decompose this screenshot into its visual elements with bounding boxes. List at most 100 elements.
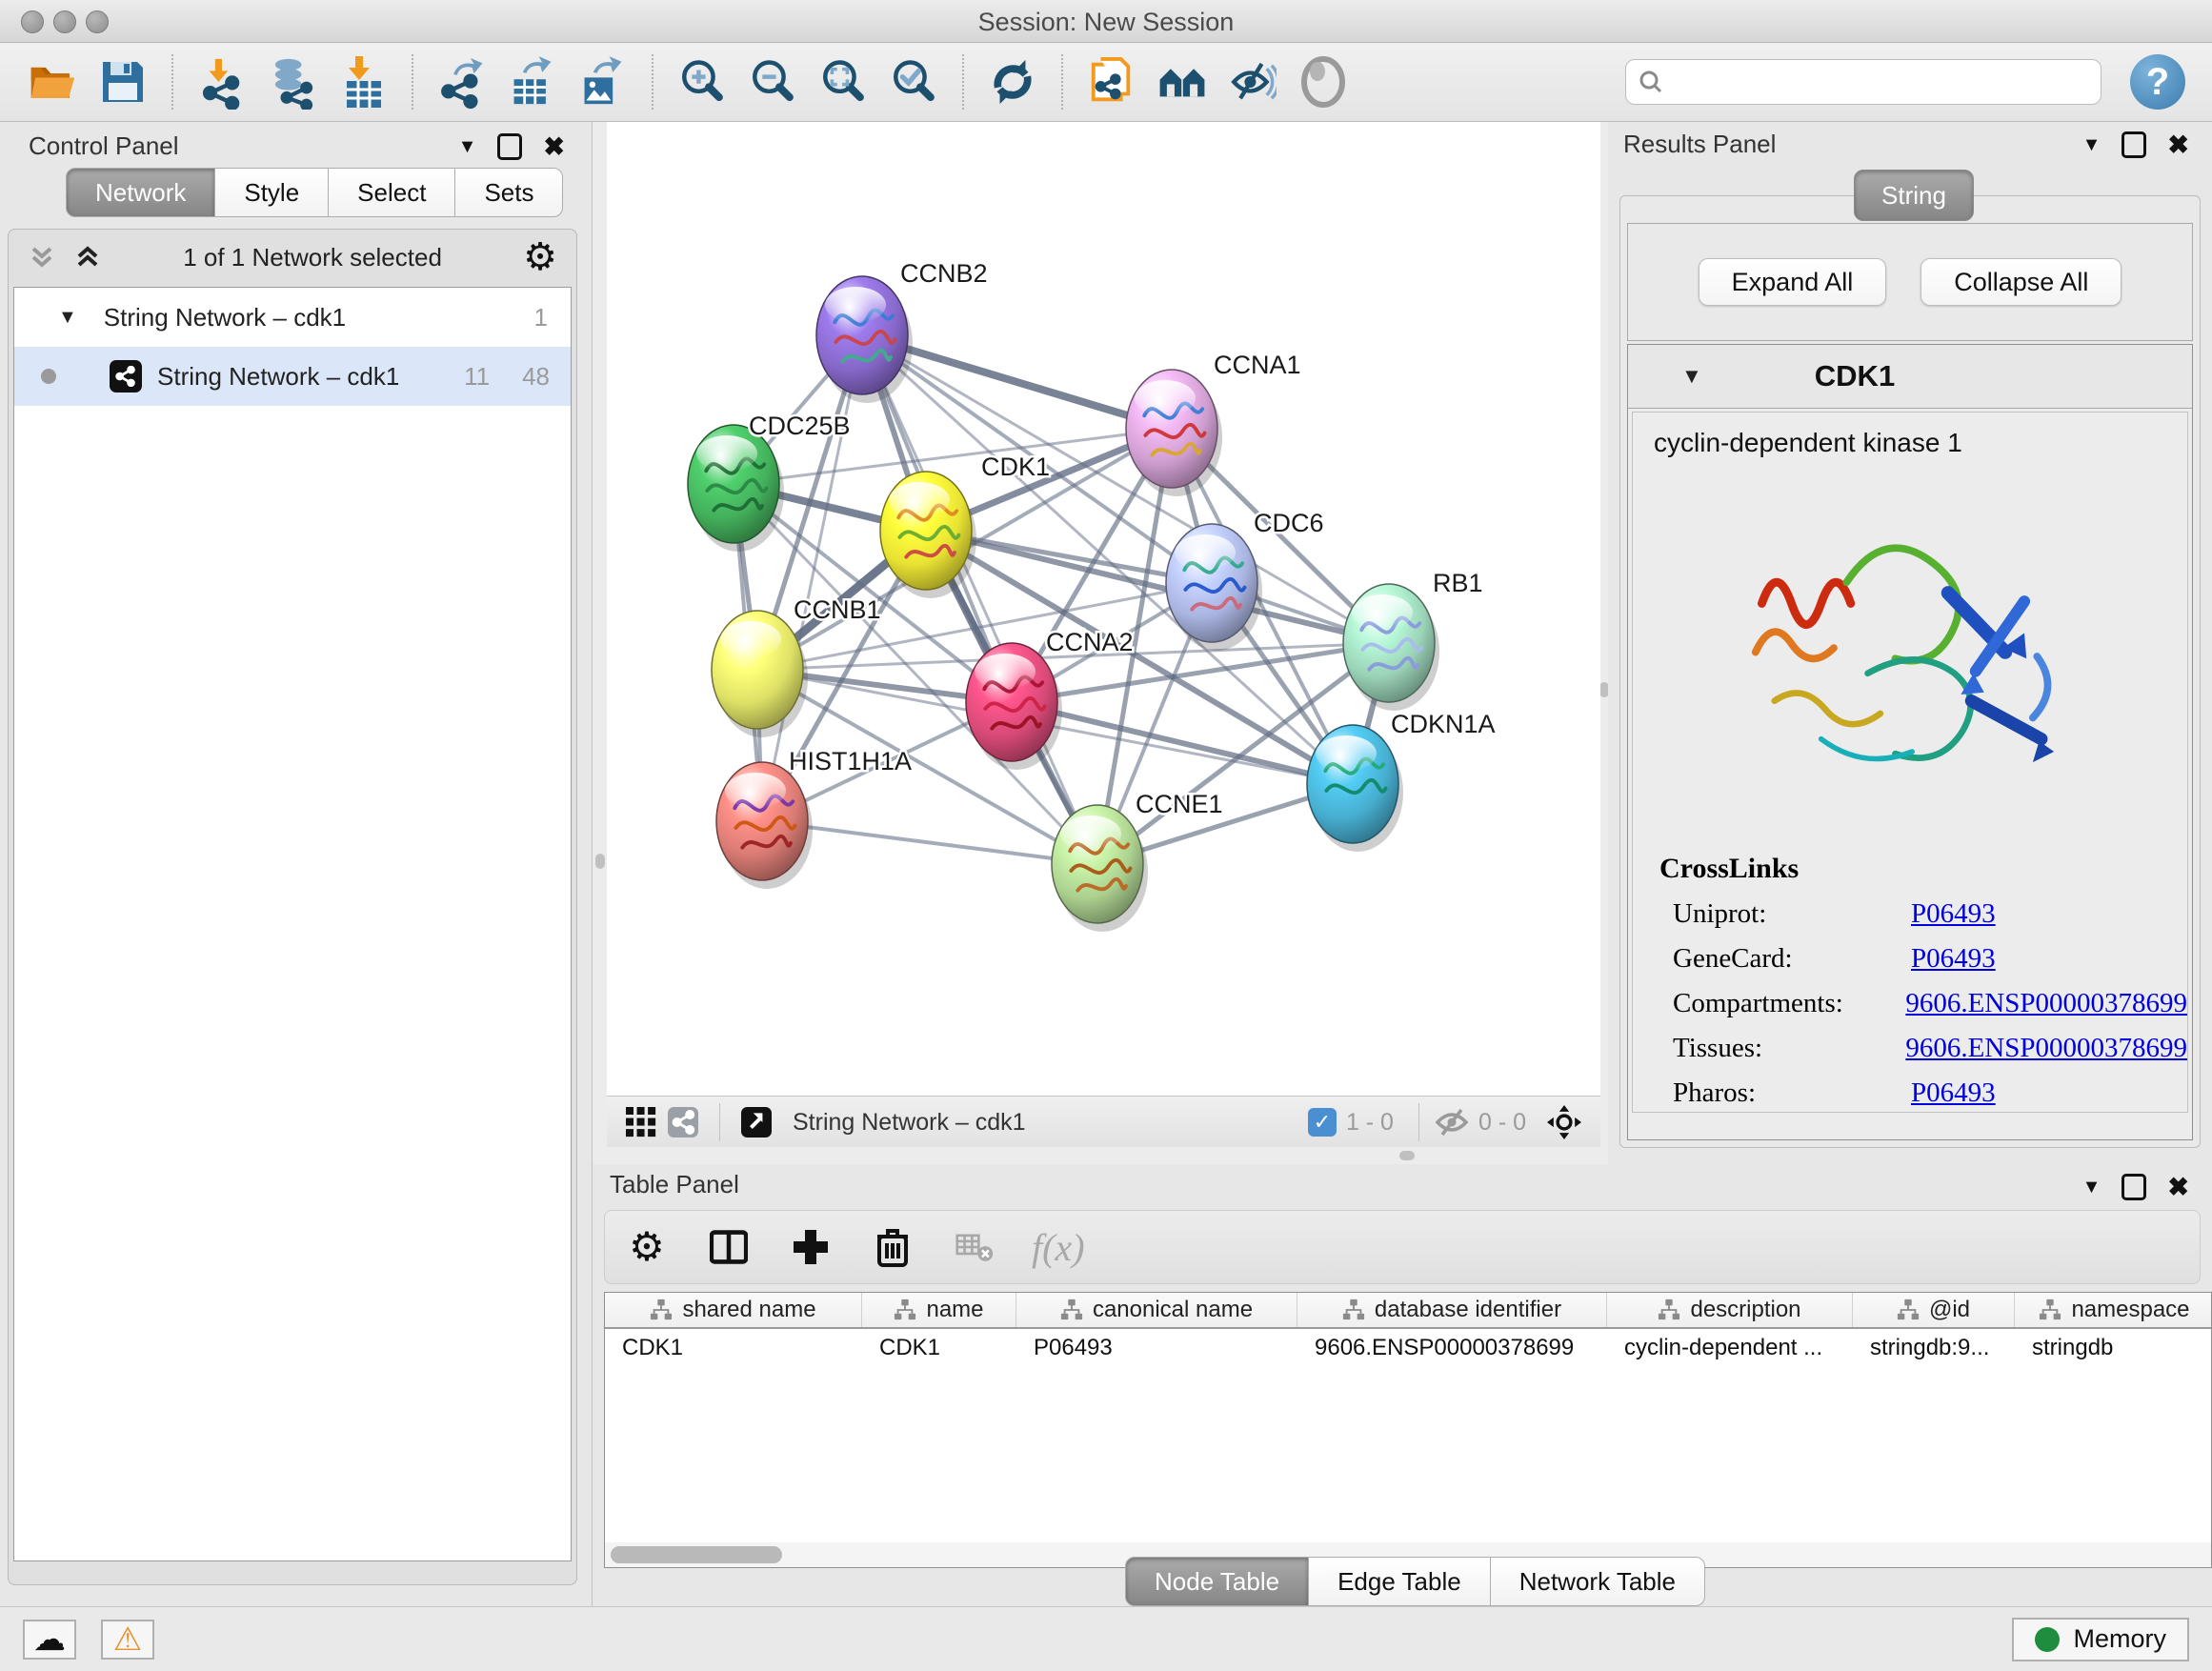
import-network-database-icon[interactable] bbox=[263, 51, 322, 112]
crosslink-link[interactable]: P06493 bbox=[1911, 898, 1996, 930]
node-label-rb1: RB1 bbox=[1433, 569, 1483, 597]
network-canvas[interactable]: CCNB2CCNA1CDC25BCDK1CDC6RB1CCNB1CCNA2CDK… bbox=[607, 122, 1600, 1096]
help-icon[interactable]: ? bbox=[2130, 54, 2185, 110]
show-columns-icon[interactable] bbox=[704, 1222, 754, 1272]
open-in-window-icon[interactable] bbox=[735, 1101, 777, 1143]
expand-all-button[interactable]: Expand All bbox=[1699, 258, 1887, 306]
tab-style[interactable]: Style bbox=[214, 168, 329, 217]
panel-float-icon[interactable] bbox=[497, 133, 522, 160]
column-header-namespace[interactable]: namespace bbox=[2015, 1293, 2212, 1327]
panel-menu-icon[interactable]: ▼ bbox=[458, 137, 477, 156]
network-collection-row[interactable]: ▼ String Network – cdk1 1 bbox=[14, 288, 571, 347]
edge-cdk1-rb1[interactable] bbox=[926, 531, 1389, 643]
fit-selected-crosshair-icon[interactable] bbox=[1541, 1099, 1587, 1145]
network-node-cdkn1a[interactable]: CDKN1A bbox=[1307, 710, 1496, 852]
network-node-rb1[interactable]: RB1 bbox=[1343, 569, 1483, 711]
clone-network-icon[interactable] bbox=[1082, 51, 1141, 112]
tab-node-table[interactable]: Node Table bbox=[1125, 1557, 1309, 1606]
table-settings-gear-icon[interactable]: ⚙ bbox=[622, 1222, 672, 1272]
tree-expand-icon[interactable]: ▼ bbox=[58, 307, 77, 329]
section-collapse-icon[interactable]: ▼ bbox=[1681, 364, 1702, 389]
panel-menu-icon[interactable]: ▼ bbox=[2082, 135, 2101, 154]
open-session-icon[interactable] bbox=[23, 51, 82, 112]
panel-float-icon[interactable] bbox=[2122, 131, 2146, 158]
crosslink-link[interactable]: P06493 bbox=[1911, 1077, 1996, 1109]
export-image-icon[interactable] bbox=[573, 51, 633, 112]
toolbar-separator bbox=[719, 1103, 720, 1141]
function-builder-icon[interactable]: f(x) bbox=[1032, 1225, 1085, 1270]
toolbar-separator bbox=[652, 54, 654, 110]
hidden-eye-slash-icon[interactable] bbox=[1435, 1107, 1469, 1137]
network-node-ccnb2[interactable]: CCNB2 bbox=[816, 259, 988, 403]
network-view-toolbar: String Network – cdk1 ✓ 1 - 0 0 - 0 bbox=[607, 1096, 1600, 1149]
column-header-canonical-name[interactable]: canonical name bbox=[1016, 1293, 1297, 1327]
houses-icon[interactable] bbox=[1153, 51, 1212, 112]
column-header-name[interactable]: name bbox=[862, 1293, 1016, 1327]
zoom-in-icon[interactable] bbox=[673, 51, 732, 112]
grid-view-icon[interactable] bbox=[620, 1101, 662, 1143]
crosslink-row: Pharos:P06493 bbox=[1673, 1077, 2187, 1109]
node-section-header[interactable]: ▼ CDK1 bbox=[1628, 345, 2192, 409]
tab-select[interactable]: Select bbox=[328, 168, 455, 217]
tab-network-table[interactable]: Network Table bbox=[1490, 1557, 1705, 1606]
edge-ccnb2-ccne1[interactable] bbox=[862, 335, 1097, 864]
memory-button[interactable]: Memory bbox=[2012, 1618, 2189, 1661]
tab-network[interactable]: Network bbox=[66, 168, 215, 217]
add-column-icon[interactable] bbox=[786, 1222, 835, 1272]
scrollbar-thumb[interactable] bbox=[611, 1546, 782, 1563]
network-node-cdc6[interactable]: CDC6 bbox=[1166, 509, 1324, 651]
expand-all-chevron-icon[interactable] bbox=[73, 243, 102, 272]
splitter-right[interactable] bbox=[1600, 122, 1608, 1164]
column-header--id[interactable]: @id bbox=[1853, 1293, 2015, 1327]
splitter-left[interactable] bbox=[593, 122, 607, 1164]
collapse-all-chevron-icon[interactable] bbox=[28, 243, 56, 272]
column-header-database-identifier[interactable]: database identifier bbox=[1297, 1293, 1607, 1327]
delete-table-icon[interactable] bbox=[950, 1222, 999, 1272]
network-node-ccne1[interactable]: CCNE1 bbox=[1052, 790, 1223, 932]
warning-icon[interactable]: ⚠ bbox=[101, 1620, 154, 1660]
network-share-view-icon[interactable] bbox=[662, 1101, 704, 1143]
import-network-file-icon[interactable] bbox=[192, 51, 251, 112]
search-input[interactable] bbox=[1625, 59, 2101, 105]
network-node-cdc25b[interactable]: CDC25B bbox=[688, 412, 851, 552]
export-network-icon[interactable] bbox=[432, 51, 492, 112]
panel-float-icon[interactable] bbox=[2122, 1174, 2146, 1200]
network-node-ccna1[interactable]: CCNA1 bbox=[1126, 351, 1301, 496]
zoom-out-icon[interactable] bbox=[743, 51, 802, 112]
tab-string[interactable]: String bbox=[1854, 170, 1974, 221]
column-header-description[interactable]: description bbox=[1607, 1293, 1853, 1327]
crosslink-link[interactable]: 9606.ENSP00000378699 bbox=[1905, 988, 2187, 1019]
import-table-icon[interactable] bbox=[333, 51, 392, 112]
panel-menu-icon[interactable]: ▼ bbox=[2082, 1178, 2101, 1197]
panel-close-icon[interactable]: ✖ bbox=[543, 134, 565, 160]
selected-checkbox-icon[interactable]: ✓ bbox=[1308, 1108, 1337, 1137]
crosslinks-block: CrossLinks Uniprot:P06493GeneCard:P06493… bbox=[1659, 853, 2187, 1109]
network-row-selected[interactable]: String Network – cdk1 11 48 bbox=[14, 347, 571, 406]
collapse-all-button[interactable]: Collapse All bbox=[1920, 258, 2122, 306]
network-node-hist1h1a[interactable]: HIST1H1A bbox=[716, 747, 912, 889]
splitter-grip[interactable] bbox=[1399, 1151, 1415, 1160]
export-table-icon[interactable] bbox=[503, 51, 562, 112]
panel-close-icon[interactable]: ✖ bbox=[2167, 1175, 2189, 1200]
tab-edge-table[interactable]: Edge Table bbox=[1308, 1557, 1491, 1606]
apply-layout-icon[interactable] bbox=[983, 51, 1042, 112]
network-view-title: String Network – cdk1 bbox=[793, 1109, 1308, 1137]
glass-ball-icon[interactable] bbox=[1294, 51, 1353, 112]
gear-icon[interactable]: ⚙ bbox=[523, 238, 557, 276]
save-session-icon[interactable] bbox=[93, 51, 152, 112]
cloud-icon[interactable]: ☁ bbox=[23, 1620, 76, 1660]
crosslink-label: GeneCard: bbox=[1673, 943, 1911, 975]
column-header-shared-name[interactable]: shared name bbox=[605, 1293, 862, 1327]
zoom-selected-icon[interactable] bbox=[884, 51, 943, 112]
delete-column-trash-icon[interactable] bbox=[868, 1222, 917, 1272]
table-row[interactable]: CDK1CDK1P064939606.ENSP00000378699cyclin… bbox=[605, 1329, 2211, 1367]
network-node-ccna2[interactable]: CCNA2 bbox=[966, 628, 1134, 770]
panel-close-icon[interactable]: ✖ bbox=[2167, 132, 2189, 158]
tab-sets[interactable]: Sets bbox=[454, 168, 563, 217]
hide-details-eye-slash-icon[interactable] bbox=[1223, 51, 1282, 112]
splitter-grip[interactable] bbox=[595, 854, 605, 869]
toolbar-separator bbox=[171, 54, 173, 110]
crosslink-link[interactable]: 9606.ENSP00000378699 bbox=[1905, 1033, 2187, 1064]
crosslink-link[interactable]: P06493 bbox=[1911, 943, 1996, 975]
zoom-fit-icon[interactable] bbox=[814, 51, 873, 112]
